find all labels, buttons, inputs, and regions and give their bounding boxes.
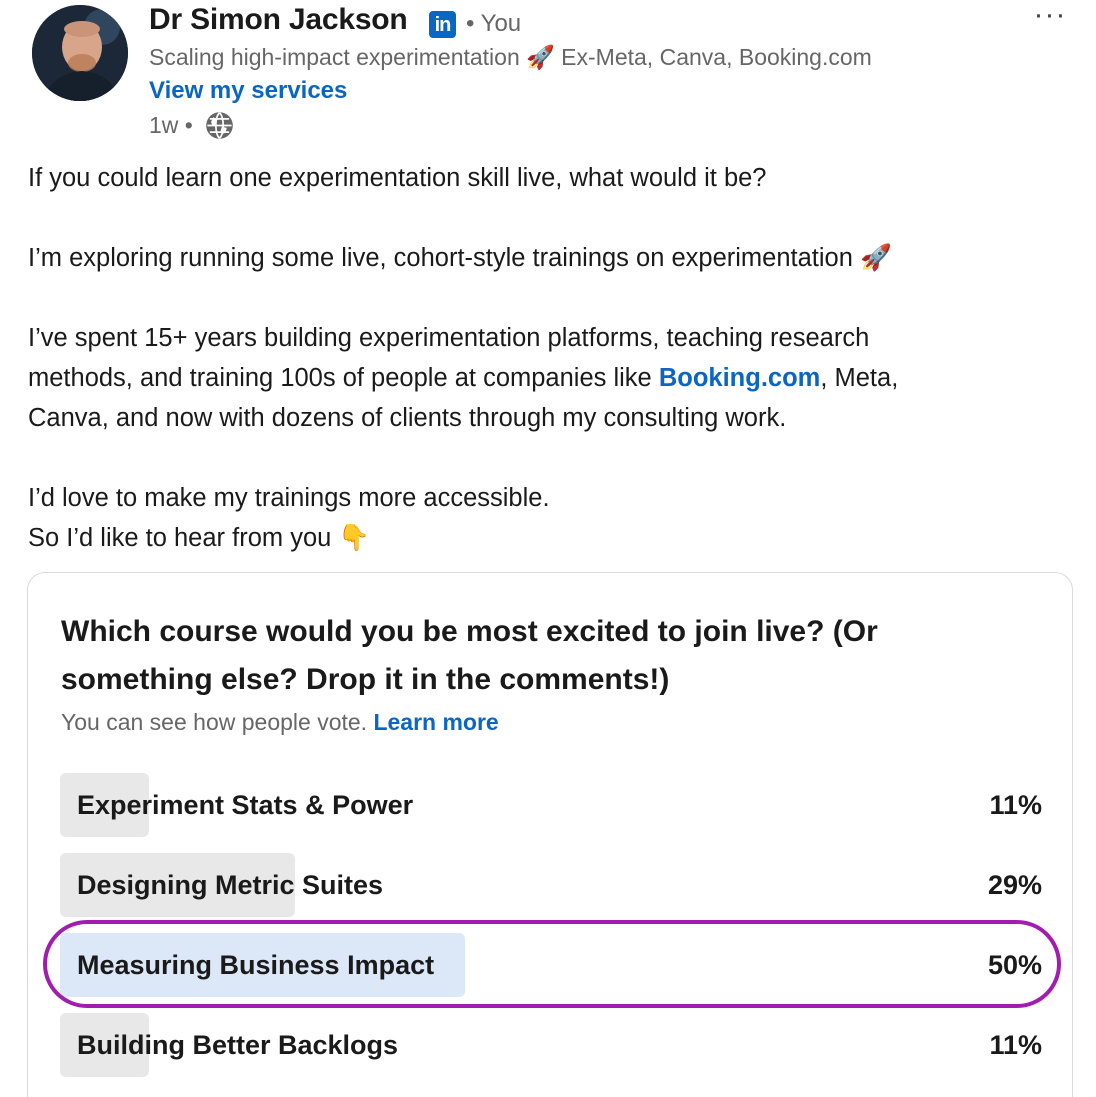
post-timestamp: 1w •	[149, 112, 193, 138]
view-services-link[interactable]: View my services	[149, 77, 347, 105]
poll-option-percent: 11%	[989, 1030, 1042, 1060]
author-headline: Scaling high-impact experimentation 🚀 Ex…	[149, 44, 872, 70]
relation-label: • You	[466, 10, 522, 37]
avatar-portrait-icon	[32, 5, 128, 101]
feed-post: Dr Simon Jackson in • You ··· Scaling hi…	[0, 0, 1096, 1097]
linkedin-icon: in	[429, 11, 456, 38]
poll-option-selected[interactable]: Measuring Business Impact 50%	[60, 933, 1042, 997]
poll-option[interactable]: Experiment Stats & Power 11%	[60, 773, 1042, 837]
globe-icon	[206, 112, 233, 139]
poll-option-label: Experiment Stats & Power	[77, 790, 414, 820]
poll-option-percent: 29%	[987, 870, 1042, 900]
avatar[interactable]	[32, 5, 128, 101]
poll-option-label: Building Better Backlogs	[77, 1030, 399, 1060]
poll-option-label: Measuring Business Impact	[77, 950, 435, 980]
poll-note-text: You can see how people vote.	[61, 709, 368, 735]
post-text-line: I’m exploring running some live, cohort-…	[28, 244, 892, 272]
post-text-line: If you could learn one experimentation s…	[28, 164, 767, 192]
poll-option-percent: 11%	[989, 790, 1042, 820]
post-text-line: So I’d like to hear from you 👇	[28, 524, 371, 552]
learn-more-link[interactable]: Learn more	[373, 709, 498, 735]
post-text-segment: methods, and training 100s of people at …	[28, 364, 659, 392]
post-text-line: methods, and training 100s of people at …	[28, 358, 898, 398]
author-name[interactable]: Dr Simon Jackson	[149, 3, 408, 37]
more-options-icon[interactable]: ···	[1030, 0, 1070, 30]
post-text-line: Canva, and now with dozens of clients th…	[28, 404, 787, 432]
poll-option[interactable]: Building Better Backlogs 11%	[60, 1013, 1042, 1077]
post-text-line: I’d love to make my trainings more acces…	[28, 484, 550, 512]
poll-option-percent: 50%	[987, 950, 1042, 980]
poll-visibility-note: You can see how people vote. Learn more	[61, 709, 499, 736]
poll-option-label: Designing Metric Suites	[77, 870, 384, 900]
post-text-segment: , Meta,	[820, 364, 899, 392]
poll-question: Which course would you be most excited t…	[61, 615, 878, 696]
post-text-line: I’ve spent 15+ years building experiment…	[28, 324, 870, 352]
booking-link[interactable]: Booking.com	[659, 364, 821, 392]
poll-option[interactable]: Designing Metric Suites 29%	[60, 853, 1042, 917]
